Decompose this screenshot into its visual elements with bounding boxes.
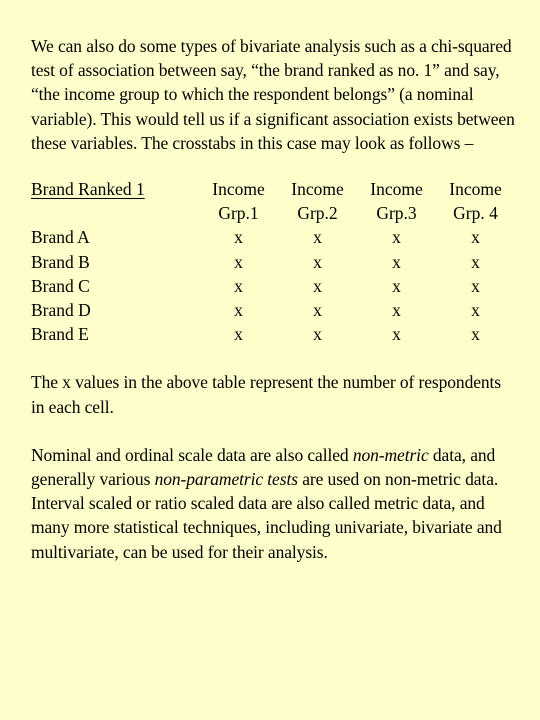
column-header-line2: Grp.1 [218, 203, 259, 224]
cell-value: x [313, 300, 322, 321]
table-row: Brand D x x x x [31, 298, 515, 322]
row-header-label-text: Brand Ranked 1 [31, 179, 145, 200]
cell-value: x [471, 251, 480, 272]
column-header-line2: Grp.2 [297, 203, 338, 224]
cell-value: x [234, 275, 243, 296]
cell-value: x [234, 324, 243, 345]
cell-value: x [471, 300, 480, 321]
cell-value: x [234, 300, 243, 321]
spacer-above-table [31, 155, 512, 177]
spacer-below-table [31, 346, 512, 370]
row-label: Brand B [31, 251, 90, 272]
cell-value: x [392, 275, 401, 296]
row-label: Brand C [31, 275, 90, 296]
table-row: Brand E x x x x [31, 322, 515, 346]
column-header-income-grp-1: Income Grp.1 [199, 177, 278, 225]
cell-value: x [392, 227, 401, 248]
table-row: Brand B x x x x [31, 250, 515, 274]
cell-value: x [234, 227, 243, 248]
cell-value: x [471, 324, 480, 345]
emphasis-non-metric: non-metric [352, 444, 429, 465]
column-header-line1: Income [291, 179, 344, 200]
column-header-line2: Grp.3 [376, 203, 417, 224]
column-header-income-grp-2: Income Grp.2 [278, 177, 357, 225]
column-header-line2: Grp. 4 [453, 203, 498, 224]
note-paragraph: The x values in the above table represen… [31, 372, 502, 417]
column-header-line1: Income [449, 179, 502, 200]
row-label: Brand E [31, 324, 89, 345]
column-header-income-grp-3: Income Grp.3 [357, 177, 436, 225]
cell-value: x [471, 227, 480, 248]
column-header-income-grp-4: Income Grp. 4 [436, 177, 515, 225]
closing-paragraph: Nominal and ordinal scale data are also … [31, 443, 517, 564]
cell-value: x [234, 251, 243, 272]
crosstab-table: Brand Ranked 1 Income Grp.1 Income Grp.2… [31, 177, 515, 346]
row-label: Brand D [31, 300, 91, 321]
intro-paragraph: We can also do some types of bivariate a… [31, 36, 515, 153]
emphasis-non-parametric-tests: non-parametric tests [154, 469, 298, 490]
table-row: Brand A x x x x [31, 225, 515, 249]
cell-value: x [471, 275, 480, 296]
closing-text-part1: Nominal and ordinal scale data are also … [31, 444, 353, 465]
row-label: Brand A [31, 227, 90, 248]
table-header-row: Brand Ranked 1 Income Grp.1 Income Grp.2… [31, 177, 515, 225]
cell-value: x [392, 251, 401, 272]
cell-value: x [313, 251, 322, 272]
table-row: Brand C x x x x [31, 274, 515, 298]
slide-canvas: We can also do some types of bivariate a… [0, 0, 540, 720]
cell-value: x [313, 227, 322, 248]
column-header-line1: Income [370, 179, 423, 200]
cell-value: x [313, 275, 322, 296]
row-header-label: Brand Ranked 1 [31, 177, 199, 225]
column-header-line1: Income [212, 179, 265, 200]
cell-value: x [392, 300, 401, 321]
cell-value: x [313, 324, 322, 345]
cell-value: x [392, 324, 401, 345]
spacer-above-closing [31, 419, 512, 443]
